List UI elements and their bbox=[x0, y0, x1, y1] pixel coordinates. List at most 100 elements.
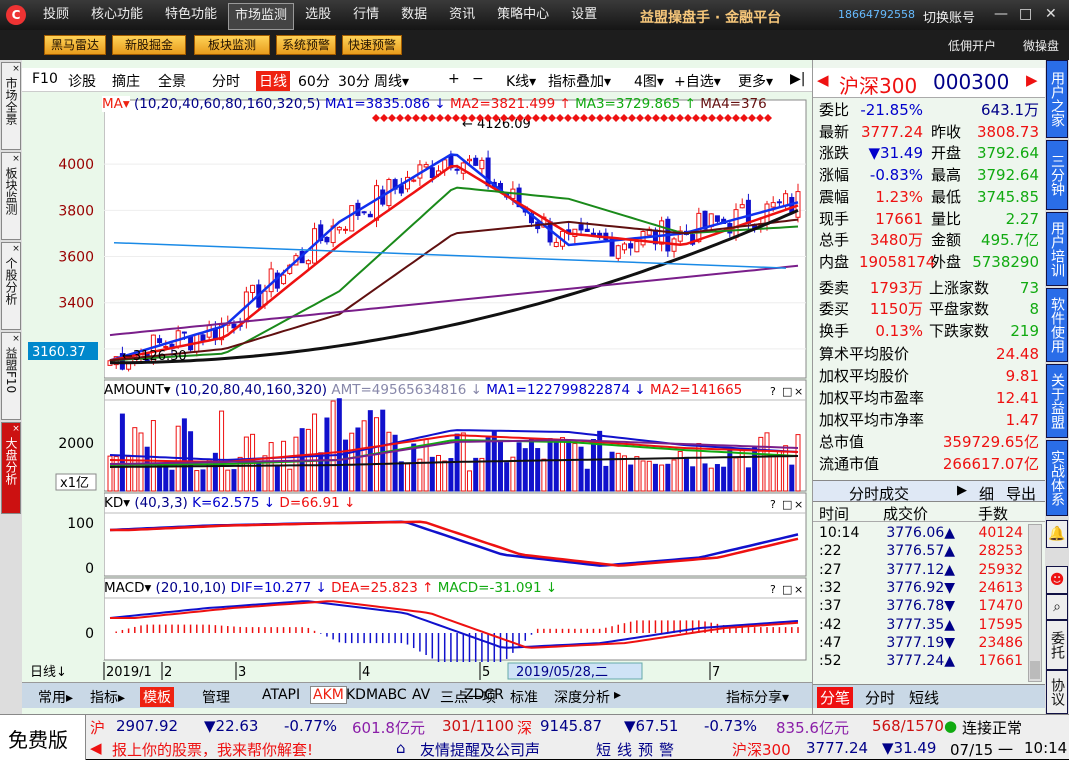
friendly-reminder[interactable]: 友情提醒及公司声 bbox=[420, 739, 540, 760]
indicator-tab-4[interactable]: ATAPI bbox=[262, 687, 300, 703]
bell-icon[interactable]: 🔔 bbox=[1046, 520, 1068, 548]
date-axis-label[interactable]: 日线↓ bbox=[30, 665, 67, 680]
indicator-tab-12[interactable]: 深度分析 bbox=[554, 687, 610, 707]
ma-indicator-selector[interactable]: MA▾ bbox=[102, 96, 130, 112]
volume-bar bbox=[745, 467, 751, 492]
indicator-tab-6[interactable]: KDM bbox=[346, 687, 378, 703]
tab-user-training[interactable]: 用户培训 bbox=[1046, 212, 1068, 286]
search-icon[interactable]: ⌕ bbox=[1046, 594, 1068, 620]
indicator-tab-10[interactable]: ZDCR bbox=[464, 687, 504, 703]
volume-bar bbox=[584, 468, 590, 492]
indicator-tab-5[interactable]: AKM bbox=[310, 686, 347, 704]
close-icon[interactable]: ✕ bbox=[1045, 6, 1057, 22]
home-icon[interactable]: ⌂ bbox=[396, 739, 406, 757]
menu-item-2[interactable]: 特色功能 bbox=[154, 0, 228, 30]
next-stock-icon[interactable]: ▶ bbox=[1026, 71, 1038, 89]
minimize-icon[interactable]: — bbox=[994, 6, 1008, 22]
maximize-icon[interactable]: □ bbox=[1019, 6, 1032, 22]
quote-value: 3480万 bbox=[869, 231, 923, 250]
indicator-tab-7[interactable]: ABC bbox=[378, 687, 407, 703]
ticker-text[interactable]: 报上你的股票，我来帮你解套! bbox=[112, 739, 313, 760]
menu-item-5[interactable]: 行情 bbox=[342, 0, 390, 30]
trade-volume: 23486 bbox=[978, 634, 1023, 651]
menu-item-1[interactable]: 核心功能 bbox=[80, 0, 154, 30]
quote-label: 涨幅 bbox=[819, 166, 850, 185]
kd-indicator-selector[interactable]: KD▾ bbox=[104, 495, 130, 511]
micro-trade-link[interactable]: 微操盘 bbox=[1023, 37, 1059, 54]
menu-item-3[interactable]: 市场监测 bbox=[228, 3, 295, 30]
quote-label: 现手 bbox=[819, 209, 850, 228]
menu-item-6[interactable]: 数据 bbox=[390, 0, 438, 30]
switch-account-link[interactable]: 切换账号 bbox=[923, 7, 975, 26]
indicator-tab-1[interactable]: 指标▸ bbox=[90, 687, 125, 707]
tab-sector-monitor[interactable]: × 板块监测 bbox=[1, 152, 21, 240]
trade-volume: 40124 bbox=[978, 525, 1023, 541]
account-phone[interactable]: 18664792558 bbox=[838, 8, 915, 21]
average-label: 算术平均股价 bbox=[819, 345, 910, 363]
quick-alert-button[interactable]: 快速预警 bbox=[342, 35, 402, 55]
volume-bar bbox=[646, 460, 652, 492]
tab-three-minutes[interactable]: 三分钟 bbox=[1046, 140, 1068, 210]
macd-indicator-selector[interactable]: MACD▾ bbox=[104, 580, 151, 596]
indicator-tab-0[interactable]: 常用▸ bbox=[38, 687, 73, 707]
prev-stock-icon[interactable]: ◀ bbox=[817, 71, 829, 89]
main-menu: 投顾 核心功能 特色功能 市场监测 选股 行情 数据 资讯 策略中心 设置 bbox=[32, 0, 608, 30]
detail-button[interactable]: 细 bbox=[979, 483, 994, 504]
indicator-tab-2[interactable]: 模板 bbox=[140, 687, 174, 707]
indicator-tab-13[interactable]: ▸ bbox=[614, 687, 621, 703]
tab-entrust[interactable]: 委托 bbox=[1046, 620, 1068, 670]
amount-indicator-selector[interactable]: AMOUNT▾ bbox=[104, 382, 171, 398]
tab-tick[interactable]: 分笔 bbox=[817, 687, 854, 708]
tab-short-line[interactable]: 短线 bbox=[909, 687, 939, 708]
indicator-tab-8[interactable]: AV bbox=[412, 687, 430, 703]
candle-body bbox=[157, 338, 163, 344]
sh-amount: 601.8亿元 bbox=[352, 719, 425, 737]
black-horse-radar-button[interactable]: 黑马雷达 bbox=[44, 35, 106, 55]
tab-software-use[interactable]: 软件使用 bbox=[1046, 288, 1068, 362]
user-icon[interactable]: ☻ bbox=[1046, 566, 1068, 594]
ipo-mining-button[interactable]: 新股掘金 bbox=[112, 35, 186, 55]
trade-scrollbar[interactable] bbox=[1028, 524, 1042, 682]
candle-body bbox=[367, 213, 373, 218]
quote-row: 涨幅 -0.83% 最高 3792.64 bbox=[813, 165, 1046, 186]
volume-bar bbox=[559, 437, 565, 492]
menu-item-7[interactable]: 资讯 bbox=[438, 0, 486, 30]
chart-area[interactable]: F10 诊股 摘庄 全景 分时 日线 60分 30分 周线▾ + − K线▾ 指标叠加▾ 4图▾ +自选▾ 更… bbox=[22, 60, 812, 714]
quote-label-2: 金额 bbox=[931, 231, 962, 250]
trade-time: :37 bbox=[819, 598, 842, 615]
sector-monitor-button[interactable]: 板块监测 bbox=[194, 35, 270, 55]
volume-bar bbox=[367, 410, 373, 492]
amount-unit: x1亿 bbox=[60, 476, 89, 491]
tab-user-home[interactable]: 用户之家 bbox=[1046, 60, 1068, 138]
menu-item-9[interactable]: 设置 bbox=[560, 0, 608, 30]
menu-item-0[interactable]: 投顾 bbox=[32, 0, 80, 30]
indicator-tab-3[interactable]: 管理 bbox=[202, 687, 230, 707]
menu-item-4[interactable]: 选股 bbox=[294, 0, 342, 30]
system-alert-button[interactable]: 系统预警 bbox=[276, 35, 336, 55]
brand-title: 益盟操盘手 · 金融平台 bbox=[640, 10, 782, 26]
tab-about[interactable]: 关于益盟 bbox=[1046, 364, 1068, 438]
candle-body bbox=[621, 243, 627, 251]
tab-f10[interactable]: × 益盟F10 bbox=[1, 332, 21, 420]
tab-stock-analysis[interactable]: × 个股分析 bbox=[1, 242, 21, 330]
expand-icon[interactable]: ▶ bbox=[957, 483, 967, 498]
tab-agreement[interactable]: 协议 bbox=[1046, 670, 1068, 714]
volume-bar bbox=[119, 413, 125, 492]
tab-practice-system[interactable]: 实战体系 bbox=[1046, 440, 1068, 516]
indicator-tab-11[interactable]: 标准 bbox=[510, 687, 538, 707]
trade-time: :22 bbox=[819, 543, 842, 560]
open-account-link[interactable]: 低佣开户 bbox=[948, 37, 996, 54]
date-tick-label: 3 bbox=[238, 665, 246, 680]
scroll-thumb[interactable] bbox=[1030, 661, 1040, 679]
menu-item-8[interactable]: 策略中心 bbox=[486, 0, 560, 30]
export-button[interactable]: 导出 bbox=[1006, 483, 1036, 504]
tab-intraday[interactable]: 分时 bbox=[865, 687, 895, 708]
short-alert[interactable]: 短线预警 bbox=[596, 739, 680, 760]
stock-name: 沪深300 bbox=[839, 74, 918, 98]
candle-body bbox=[733, 209, 739, 238]
volume-bar bbox=[318, 452, 324, 492]
tab-market-overview[interactable]: × 市场全景 bbox=[1, 62, 21, 150]
indicator-tab-14[interactable]: 指标分享▾ bbox=[726, 687, 789, 707]
tab-market-analysis[interactable]: × 大盘分析 bbox=[1, 422, 21, 514]
ticker-prev-icon[interactable]: ◀ bbox=[90, 739, 102, 757]
